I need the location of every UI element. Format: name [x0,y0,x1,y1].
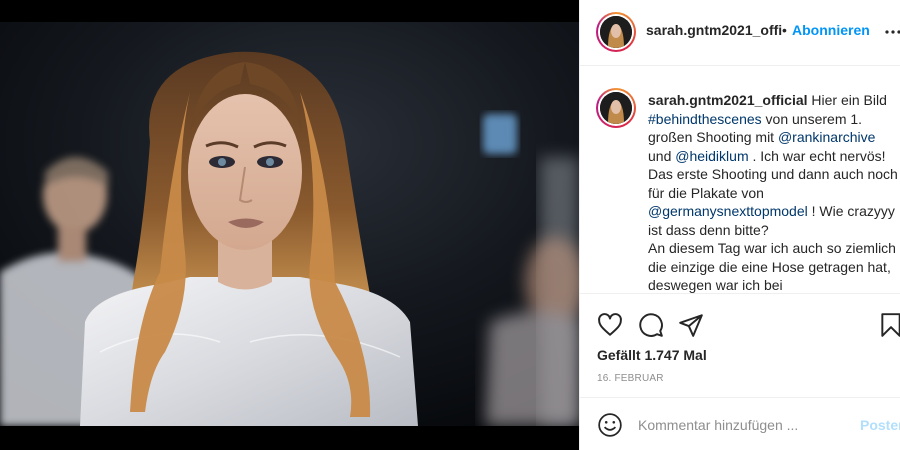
like-count[interactable]: Gefällt 1.747 Mal [597,347,707,363]
photo-frame [0,22,579,426]
bookmark-icon[interactable] [878,312,900,338]
photo-illustration [0,22,579,426]
caption-avatar[interactable] [596,88,636,128]
caption-part: An diesem Tag war ich auch so ziemlich d… [648,240,896,293]
comment-icon[interactable] [638,312,664,338]
avatar[interactable] [596,12,636,52]
follow-button[interactable]: Abonnieren [792,22,870,38]
post-comment-button[interactable]: Posten [860,417,900,433]
post-username[interactable]: sarah.gntm2021_official [646,22,782,38]
mention-link[interactable]: @heidiklum [675,148,748,164]
post-date[interactable]: 16. Februar [597,373,664,384]
heart-icon[interactable] [597,312,623,338]
caption-part: und [648,147,676,164]
comment-bar: Posten [580,397,900,450]
action-bar: Gefällt 1.747 Mal 16. Februar [580,293,900,389]
caption-avatar-image [600,92,632,124]
caption-section: sarah.gntm2021_official Hier ein Bild #b… [580,67,900,293]
post-header: sarah.gntm2021_official • Abonnieren [580,0,900,66]
caption-text: sarah.gntm2021_official Hier ein Bild #b… [648,91,898,293]
mention-link[interactable]: @germanysnexttopmodel [648,203,808,219]
post-photo[interactable] [0,0,579,450]
mention-link[interactable]: @rankinarchive [778,129,875,145]
avatar-image [600,16,632,48]
hashtag-link[interactable]: #behindthescenes [648,111,762,127]
comment-input[interactable] [638,415,848,435]
caption-part: Hier ein Bild [807,92,887,108]
caption-username[interactable]: sarah.gntm2021_official [648,92,808,108]
post-sidebar: sarah.gntm2021_official • Abonnieren [579,0,900,450]
share-icon[interactable] [678,312,704,338]
emoji-icon[interactable] [597,412,623,438]
instagram-post-view: sarah.gntm2021_official • Abonnieren [0,0,900,450]
separator-dot: • [782,22,787,38]
